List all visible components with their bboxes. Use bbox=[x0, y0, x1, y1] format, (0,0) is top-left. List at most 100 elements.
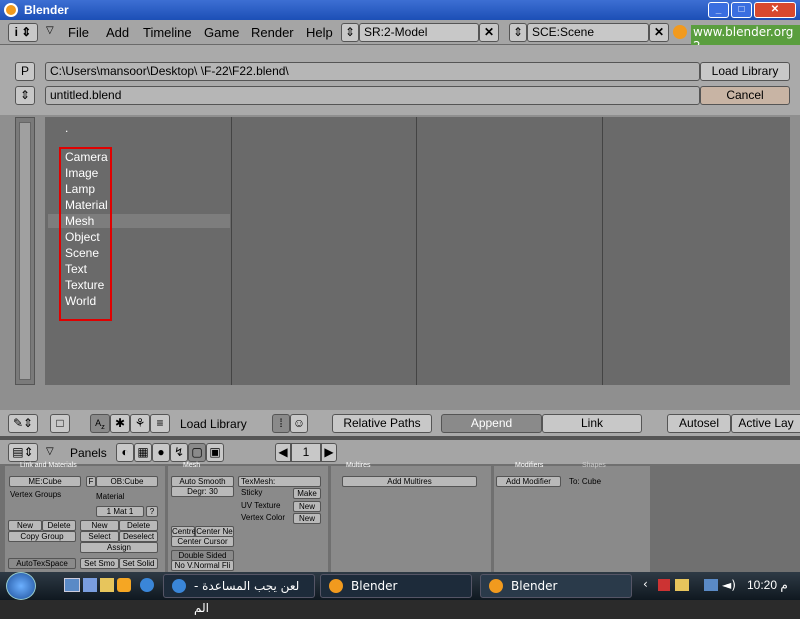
info-window-type-icon[interactable]: i ⇕ bbox=[8, 23, 38, 42]
uv-texture-label: UV Texture bbox=[241, 501, 281, 510]
window-titlebar: Blender _ □ ✕ bbox=[0, 0, 800, 20]
minimize-icon[interactable]: _ bbox=[708, 2, 729, 18]
relative-paths-button[interactable]: Relative Paths bbox=[332, 414, 432, 433]
append-button[interactable]: Append bbox=[441, 414, 542, 433]
autosel-button[interactable]: Autosel bbox=[667, 414, 731, 433]
volume-icon[interactable]: ◄) bbox=[722, 578, 736, 592]
task-blender-label: Blender bbox=[351, 579, 398, 593]
ob-field[interactable]: OB:Cube bbox=[96, 476, 158, 487]
screen-field[interactable]: SR:2-Model bbox=[359, 23, 479, 42]
me-field[interactable]: ME:Cube bbox=[9, 476, 81, 487]
scene-delete-icon[interactable]: ✕ bbox=[649, 23, 669, 42]
object-context-icon[interactable]: ↯ bbox=[170, 443, 188, 462]
media-player-icon[interactable] bbox=[117, 578, 131, 592]
scene-field[interactable]: SCE:Scene bbox=[527, 23, 649, 42]
scene-browse-button[interactable]: ⇕ bbox=[509, 23, 527, 42]
f-toggle[interactable]: F bbox=[86, 476, 96, 487]
link-button[interactable]: Link bbox=[542, 414, 642, 433]
frame-decrement-icon[interactable]: ◀ bbox=[275, 443, 291, 462]
filename-field[interactable]: untitled.blend bbox=[45, 86, 700, 105]
editing-context-icon[interactable]: ▢ bbox=[188, 443, 206, 462]
folder-icon[interactable] bbox=[100, 578, 114, 592]
shading-context-icon[interactable]: ● bbox=[152, 443, 170, 462]
screen-delete-icon[interactable]: ✕ bbox=[479, 23, 499, 42]
taskbar-task-blender-1[interactable]: Blender bbox=[320, 574, 472, 598]
sticky-make-button[interactable]: Make bbox=[293, 488, 321, 499]
window-type-menu-icon[interactable]: ✎⇕ bbox=[8, 414, 38, 433]
tray-expand-icon[interactable]: ‹ bbox=[643, 577, 648, 591]
screen-browse-button[interactable]: ⇕ bbox=[341, 23, 359, 42]
menu-game[interactable]: Game bbox=[204, 25, 239, 40]
frame-increment-icon[interactable]: ▶ bbox=[321, 443, 337, 462]
select-button[interactable]: Select bbox=[80, 531, 119, 542]
menu-file[interactable]: File bbox=[68, 25, 89, 40]
buttons-window-type-icon[interactable]: ▤⇕ bbox=[8, 443, 38, 462]
taskbar-task-blender-2[interactable]: Blender bbox=[480, 574, 632, 598]
task-browser-label: لعن يجب المساعدة - الم bbox=[194, 579, 300, 615]
set-smooth-button[interactable]: Set Smo bbox=[80, 558, 119, 569]
material-help-button[interactable]: ? bbox=[146, 506, 158, 517]
path-field[interactable]: C:\Users\mansoor\Desktop\ \F-22\F22.blen… bbox=[45, 62, 700, 81]
active-lay-button[interactable]: Active Lay bbox=[731, 414, 800, 433]
texmesh-field[interactable]: TexMesh: bbox=[238, 476, 321, 487]
cancel-button[interactable]: Cancel bbox=[700, 86, 790, 105]
logic-context-icon[interactable]: ◐ bbox=[116, 443, 134, 462]
close-icon[interactable]: ✕ bbox=[754, 2, 796, 18]
vertex-color-label: Vertex Color bbox=[241, 513, 286, 522]
autotexspace-button[interactable]: AutoTexSpace bbox=[8, 558, 76, 569]
sort-alpha-icon[interactable]: Az bbox=[90, 414, 110, 433]
file-column-3 bbox=[417, 117, 603, 385]
add-multires-button[interactable]: Add Multires bbox=[342, 476, 477, 487]
assign-button[interactable]: Assign bbox=[80, 542, 158, 553]
uv-texture-new-button[interactable]: New bbox=[293, 501, 321, 512]
thumbnail-toggle-icon[interactable]: □ bbox=[50, 414, 70, 433]
switch-windows-icon[interactable] bbox=[83, 578, 97, 592]
set-solid-button[interactable]: Set Solid bbox=[119, 558, 158, 569]
taskbar-task-browser[interactable]: لعن يجب المساعدة - الم bbox=[163, 574, 315, 615]
maximize-icon[interactable]: □ bbox=[731, 2, 752, 18]
blender-task-icon bbox=[489, 579, 503, 593]
show-desktop-icon[interactable] bbox=[64, 578, 80, 592]
ghost-toggle-icon[interactable]: ☺ bbox=[290, 414, 308, 433]
frame-field[interactable]: 1 bbox=[291, 443, 321, 462]
scene-context-icon[interactable]: ▣ bbox=[206, 443, 224, 462]
directory-menu-button[interactable]: ⇕ bbox=[15, 86, 35, 105]
sort-ext-icon[interactable]: ≡ bbox=[150, 414, 170, 433]
no-vnormal-toggle[interactable]: No V.Normal Fli bbox=[171, 560, 234, 571]
info-header: i ⇕ ▽ File Add Timeline Game Render Help… bbox=[0, 20, 800, 53]
browser-task-icon bbox=[172, 579, 186, 593]
load-library-button[interactable]: Load Library bbox=[700, 62, 790, 81]
parent-dir-item[interactable]: . bbox=[65, 120, 68, 136]
menu-add[interactable]: Add bbox=[106, 25, 129, 40]
menu-timeline[interactable]: Timeline bbox=[143, 25, 192, 40]
tray-folder-icon[interactable] bbox=[675, 579, 689, 591]
highlight-box bbox=[59, 147, 112, 321]
degr-field[interactable]: Degr: 30 bbox=[171, 486, 234, 497]
center-cursor-button[interactable]: Center Cursor bbox=[171, 536, 234, 547]
copy-group-button[interactable]: Copy Group bbox=[8, 531, 76, 542]
parent-dir-button[interactable]: P bbox=[15, 62, 35, 81]
flag-icon[interactable] bbox=[658, 579, 670, 591]
deselect-button[interactable]: Deselect bbox=[119, 531, 158, 542]
sort-size-icon[interactable]: ⚘ bbox=[130, 414, 150, 433]
add-modifier-button[interactable]: Add Modifier bbox=[496, 476, 561, 487]
sort-time-icon[interactable]: ✱ bbox=[110, 414, 130, 433]
material-new-button[interactable]: New bbox=[80, 520, 119, 531]
menu-render[interactable]: Render bbox=[251, 25, 294, 40]
material-index-field[interactable]: 1 Mat 1 bbox=[96, 506, 144, 517]
menu-help[interactable]: Help bbox=[306, 25, 333, 40]
vertex-color-new-button[interactable]: New bbox=[293, 513, 321, 524]
vgroup-new-button[interactable]: New bbox=[8, 520, 42, 531]
start-orb-icon[interactable] bbox=[6, 572, 36, 600]
script-context-icon[interactable]: ▦ bbox=[134, 443, 152, 462]
panel-title-mesh: Mesh bbox=[183, 462, 201, 469]
info-toggle-icon[interactable]: ⁞ bbox=[272, 414, 290, 433]
clock[interactable]: 10:20 م bbox=[747, 578, 788, 592]
material-delete-button[interactable]: Delete bbox=[119, 520, 158, 531]
vgroup-delete-button[interactable]: Delete bbox=[42, 520, 76, 531]
ie-icon[interactable] bbox=[140, 578, 154, 592]
collapse-panels-icon[interactable]: ▽ bbox=[46, 446, 54, 457]
collapse-menu-icon[interactable]: ▽ bbox=[46, 25, 54, 36]
network-icon[interactable] bbox=[704, 579, 718, 591]
scrollbar-track[interactable] bbox=[19, 122, 31, 380]
